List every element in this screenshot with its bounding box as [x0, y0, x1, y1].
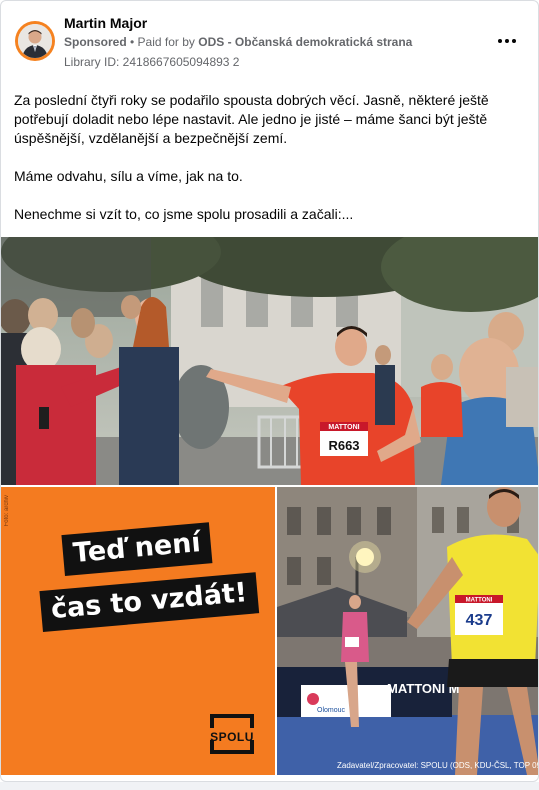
more-horizontal-icon[interactable] [495, 31, 519, 51]
paid-for-prefix: • Paid for by [126, 35, 199, 49]
bib-brand-right: MATTONI [466, 598, 493, 604]
author-avatar[interactable] [15, 21, 55, 61]
ad-image-runner-crowd[interactable]: MATTONI R663 [1, 237, 538, 485]
ad-legal-credit: Zadavatel/Zpracovatel: SPOLU (ODS, KDU-Č… [337, 761, 539, 770]
ad-image-runner-yellow[interactable]: Olomouc MATTONI M MATTONI 437 [277, 487, 538, 775]
payer-link[interactable]: ODS - Občanská demokratická strana [198, 35, 412, 49]
bib-brand-top: MATTONI [328, 424, 359, 431]
slogan: Teď není čas to vzdát! [39, 522, 259, 657]
author-name[interactable]: Martin Major [64, 15, 147, 31]
bib-number-right: 437 [466, 612, 493, 629]
post-paragraph: Za poslední čtyři roky se podařilo spous… [14, 92, 489, 146]
post-paragraph: Máme odvahu, sílu a víme, jak na to. [14, 168, 243, 184]
side-photo-credit: Foto: archiv [4, 495, 10, 527]
banner-sponsor-text: Olomouc [317, 707, 346, 714]
slogan-line-2: čas to vzdát! [39, 572, 259, 632]
post-header: Martin Major Sponsored • Paid for by ODS… [1, 1, 538, 77]
post-paragraph: Nenechme si vzít to, co jsme spolu prosa… [14, 206, 354, 222]
feed-divider [0, 782, 539, 790]
bib-number-top: R663 [328, 438, 359, 453]
sponsored-label: Sponsored [64, 35, 127, 49]
library-id: Library ID: 2418667605094893 2 [64, 55, 240, 69]
avatar-photo [18, 24, 52, 58]
sponsored-line: Sponsored • Paid for by ODS - Občanská d… [64, 35, 412, 49]
spolu-logo-text: SPOLU [210, 730, 254, 744]
ad-post-card: Martin Major Sponsored • Paid for by ODS… [0, 0, 539, 782]
post-body: Za poslední čtyři roky se podařilo spous… [14, 91, 519, 243]
